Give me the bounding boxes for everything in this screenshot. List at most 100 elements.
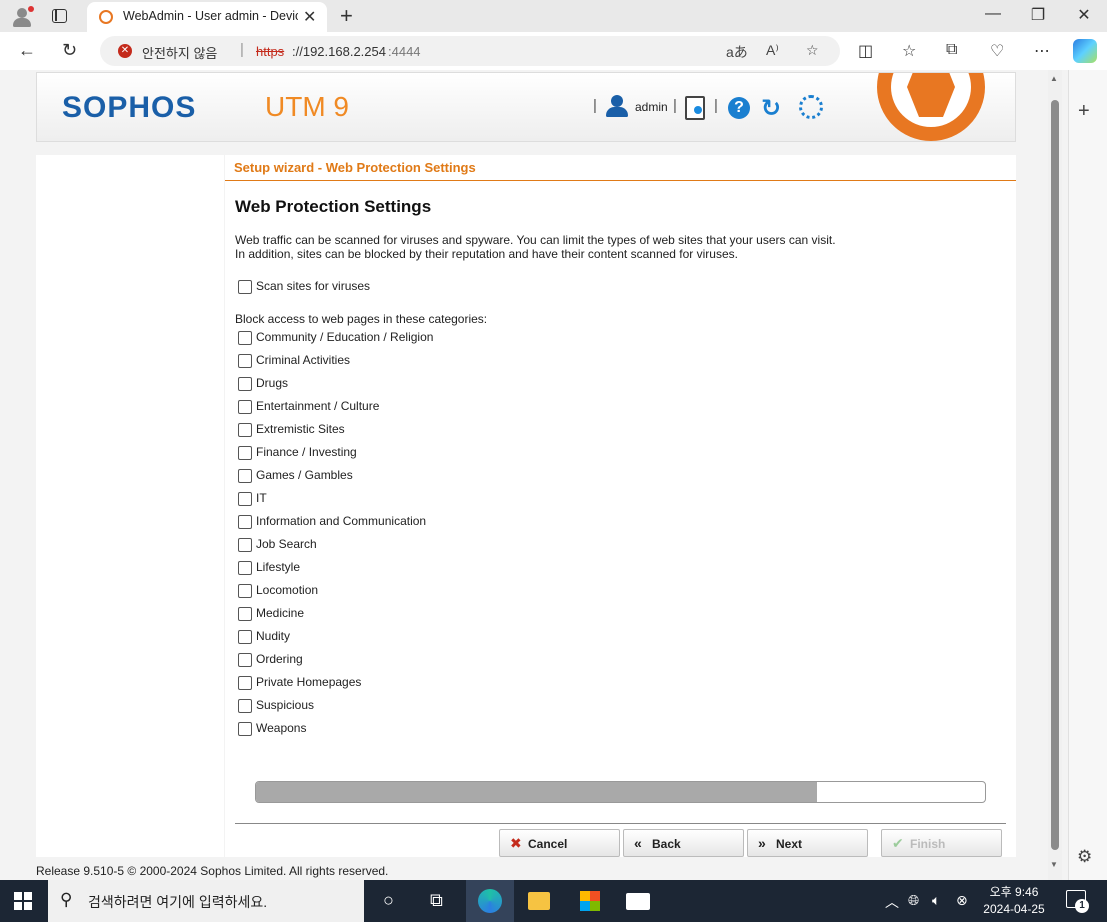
profile-icon[interactable]: [10, 5, 34, 29]
search-icon: ⚲: [60, 890, 73, 909]
category-checkbox[interactable]: [238, 377, 252, 391]
category-label[interactable]: Job Search: [256, 537, 317, 551]
help-icon[interactable]: ?: [728, 97, 750, 119]
category-checkbox[interactable]: [238, 492, 252, 506]
category-label[interactable]: Suspicious: [256, 698, 314, 712]
restore-icon[interactable]: ❐: [1015, 5, 1061, 25]
volume-icon[interactable]: 🔈︎: [932, 892, 940, 909]
category-label[interactable]: Weapons: [256, 721, 306, 735]
header-separator: |: [593, 97, 597, 114]
category-checkbox[interactable]: [238, 515, 252, 529]
cancel-button[interactable]: ✖ Cancel: [499, 829, 620, 857]
reload-icon[interactable]: ↻: [761, 94, 781, 123]
file-explorer-icon[interactable]: [528, 892, 550, 910]
next-button[interactable]: » Next: [747, 829, 868, 857]
cancel-x-icon: ✖: [510, 835, 522, 851]
back-arrow-icon[interactable]: ←: [18, 40, 36, 61]
category-label[interactable]: Locomotion: [256, 583, 318, 597]
cancel-button-label: Cancel: [528, 837, 568, 851]
category-label[interactable]: Community / Education / Religion: [256, 330, 433, 344]
page-scrollbar[interactable]: ▲ ▼: [1048, 70, 1062, 880]
category-label[interactable]: Games / Gambles: [256, 468, 353, 482]
footer-divider: [235, 823, 1006, 824]
category-label[interactable]: Lifestyle: [256, 560, 300, 574]
task-view-icon[interactable]: ⧉: [430, 890, 443, 911]
category-label[interactable]: Ordering: [256, 652, 303, 666]
favorites-icon[interactable]: ☆: [902, 41, 916, 61]
category-label[interactable]: Drugs: [256, 376, 288, 390]
intro-line-2: In addition, sites can be blocked by the…: [235, 247, 738, 261]
microsoft-store-icon[interactable]: [580, 891, 600, 911]
scroll-down-icon[interactable]: ▼: [1050, 860, 1058, 869]
category-checkbox[interactable]: [238, 676, 252, 690]
more-menu-icon[interactable]: ⋯: [1034, 41, 1050, 61]
category-checkbox[interactable]: [238, 423, 252, 437]
windows-start-icon[interactable]: [14, 892, 32, 910]
tray-status-icon[interactable]: ⊗: [956, 892, 968, 909]
scroll-up-icon[interactable]: ▲: [1050, 74, 1058, 83]
add-sidebar-app-icon[interactable]: +: [1078, 100, 1090, 123]
category-checkbox[interactable]: [238, 722, 252, 736]
network-globe-icon[interactable]: 🌐︎: [908, 892, 919, 909]
tab-actions-icon[interactable]: [52, 9, 67, 23]
activity-spinner-icon[interactable]: [799, 95, 823, 119]
new-tab-icon[interactable]: +: [340, 3, 353, 29]
security-label[interactable]: 안전하지 않음: [142, 43, 217, 62]
category-checkbox[interactable]: [238, 469, 252, 483]
browser-side-panel: + ⚙: [1068, 70, 1107, 880]
not-secure-icon: ✕: [118, 44, 132, 58]
notification-center-icon[interactable]: 1: [1066, 890, 1089, 913]
category-label[interactable]: Nudity: [256, 629, 290, 643]
category-checkbox[interactable]: [238, 653, 252, 667]
category-checkbox[interactable]: [238, 538, 252, 552]
sidebar-settings-icon[interactable]: ⚙: [1077, 847, 1092, 867]
taskbar-clock[interactable]: 오후 9:46 2024-04-25: [978, 884, 1050, 918]
collections-icon[interactable]: ⧉: [946, 41, 957, 59]
category-label[interactable]: Private Homepages: [256, 675, 361, 689]
split-screen-icon[interactable]: ◫: [858, 41, 873, 61]
url-field[interactable]: ✕ 안전하지 않음 | https ://192.168.2.254 :4444…: [100, 36, 840, 66]
category-checkbox[interactable]: [238, 699, 252, 713]
category-label[interactable]: Criminal Activities: [256, 353, 350, 367]
favorite-star-icon[interactable]: ☆: [806, 42, 819, 59]
scrollbar-thumb[interactable]: [1051, 100, 1059, 850]
scan-viruses-label[interactable]: Scan sites for viruses: [256, 279, 370, 293]
category-checkbox[interactable]: [238, 607, 252, 621]
taskbar-search[interactable]: ⚲ 검색하려면 여기에 입력하세요.: [48, 880, 364, 922]
tray-overflow-icon[interactable]: ︿: [885, 892, 899, 912]
sophos-logo: SOPHOS: [62, 91, 197, 124]
finish-button[interactable]: ✔ Finish: [881, 829, 1002, 857]
category-checkbox[interactable]: [238, 630, 252, 644]
clipboard-icon[interactable]: [685, 96, 705, 120]
user-icon[interactable]: [605, 95, 629, 119]
refresh-icon[interactable]: ↻: [62, 40, 77, 61]
current-user[interactable]: admin: [635, 100, 668, 114]
browser-essentials-icon[interactable]: ♡: [990, 41, 1004, 61]
header-separator: |: [714, 97, 718, 114]
category-checkbox[interactable]: [238, 446, 252, 460]
finish-button-label: Finish: [910, 837, 946, 851]
category-label[interactable]: Entertainment / Culture: [256, 399, 379, 413]
category-label[interactable]: Medicine: [256, 606, 304, 620]
category-checkbox[interactable]: [238, 331, 252, 345]
tab-close-icon[interactable]: ✕: [303, 7, 316, 27]
window-close-icon[interactable]: ✕: [1061, 5, 1107, 25]
category-checkbox[interactable]: [238, 561, 252, 575]
copilot-icon[interactable]: [1073, 39, 1097, 63]
category-label[interactable]: Extremistic Sites: [256, 422, 345, 436]
minimize-icon[interactable]: —: [970, 5, 1016, 23]
edge-icon[interactable]: [478, 889, 502, 913]
category-label[interactable]: Finance / Investing: [256, 445, 357, 459]
category-checkbox[interactable]: [238, 354, 252, 368]
browser-tab[interactable]: WebAdmin - User admin - Device ✕: [87, 2, 327, 32]
cortana-icon[interactable]: ○: [383, 890, 394, 911]
mail-icon[interactable]: [626, 893, 650, 910]
category-checkbox[interactable]: [238, 584, 252, 598]
back-button[interactable]: « Back: [623, 829, 744, 857]
category-checkbox[interactable]: [238, 400, 252, 414]
category-label[interactable]: IT: [256, 491, 267, 505]
translate-icon[interactable]: aあ: [726, 42, 748, 62]
category-label[interactable]: Information and Communication: [256, 514, 426, 528]
scan-viruses-checkbox[interactable]: [238, 280, 252, 294]
read-aloud-icon[interactable]: A⁾: [766, 42, 779, 59]
